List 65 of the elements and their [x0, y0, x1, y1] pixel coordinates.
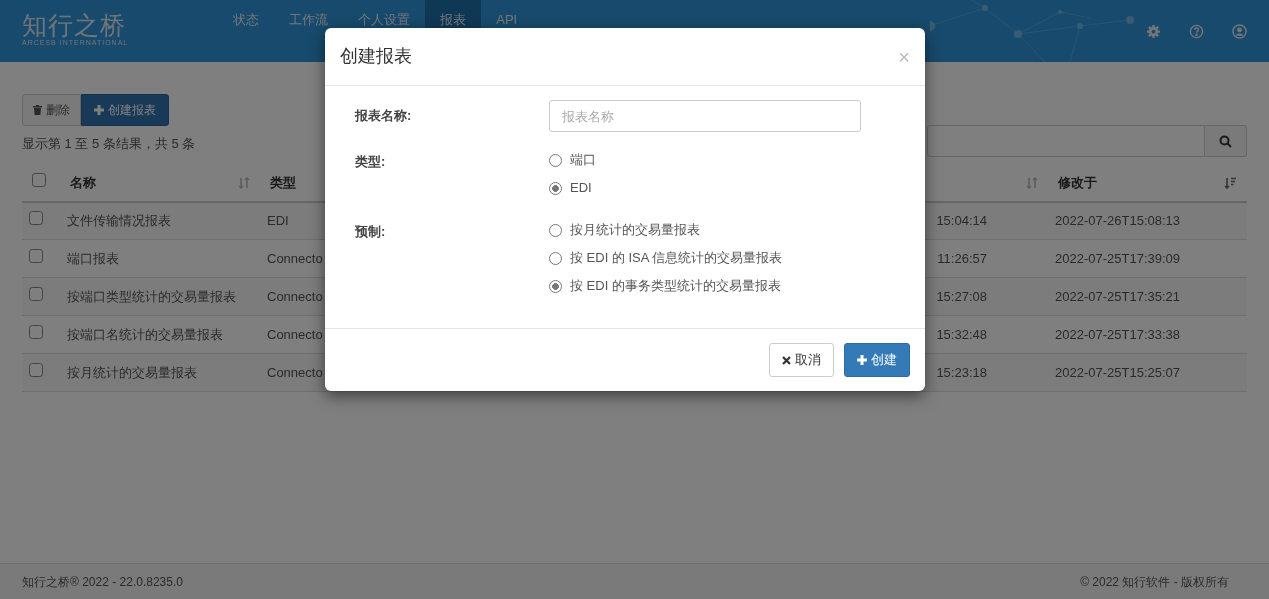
row-checkbox[interactable] — [29, 324, 43, 339]
dialog-title: 创建报表 — [340, 45, 412, 68]
option-label[interactable]: 按 EDI 的 ISA 信息统计的交易量报表 — [570, 248, 783, 268]
radio-button[interactable] — [549, 181, 562, 195]
option-label[interactable]: 按 EDI 的事务类型统计的交易量报表 — [570, 276, 781, 296]
version-text: 知行之桥® 2022 - 22.0.8235.0 — [22, 573, 183, 591]
report-name-field[interactable]: 报表名称 — [549, 100, 861, 132]
search-field[interactable] — [927, 125, 1205, 157]
table-cell: Connecto — [267, 326, 323, 342]
sort-icon[interactable] — [238, 176, 250, 189]
close-icon — [782, 355, 791, 365]
table-cell: 文件传输情况报表 — [67, 213, 171, 228]
option-label[interactable]: 端口 — [570, 150, 596, 170]
column-header[interactable]: 修改于 — [1058, 173, 1097, 193]
radio-button[interactable] — [549, 251, 562, 265]
column-header[interactable]: 类型 — [270, 173, 296, 193]
delete-button[interactable]: 删除 — [22, 94, 81, 126]
settings-icon[interactable] — [1146, 23, 1161, 39]
search-button[interactable] — [1205, 125, 1247, 157]
row-checkbox[interactable] — [29, 248, 43, 263]
results-summary: 显示第 1 至 5 条结果，共 5 条 — [22, 135, 196, 153]
table-cell: Connecto — [267, 250, 323, 266]
table-cell: 2022-07-25T17:33:38 — [1055, 326, 1181, 342]
table-cell: 端口报表 — [67, 250, 119, 266]
table-cell: 2022-07-25T17:35:21 — [1055, 288, 1181, 304]
table-cell: Connecto — [267, 288, 323, 304]
user-icon[interactable] — [1232, 23, 1247, 39]
field-label: 类型: — [355, 153, 387, 171]
table-cell: 2022-07-26T15:08:13 — [1055, 213, 1181, 228]
table-cell: EDI — [267, 213, 289, 228]
sort-icon[interactable] — [1026, 176, 1038, 189]
field-label: 报表名称: — [355, 107, 413, 125]
radio-button[interactable] — [549, 279, 562, 293]
row-checkbox[interactable] — [29, 362, 43, 377]
row-checkbox[interactable] — [29, 211, 43, 225]
table-cell: Connecto — [267, 364, 323, 380]
table-cell: 11:26:57 — [937, 250, 987, 266]
table-cell: 15:04:14 — [936, 213, 987, 228]
search-icon — [1219, 134, 1232, 148]
brand-logo-text: 知行之桥 — [22, 13, 127, 39]
plus-icon — [857, 355, 867, 365]
copyright-text: © 2022 知行软件 - 版权所有 — [1080, 573, 1229, 591]
table-cell: 15:32:48 — [936, 326, 987, 342]
row-checkbox[interactable] — [29, 286, 43, 301]
create-report-button[interactable]: 创建报表 — [81, 94, 169, 126]
plus-icon — [94, 105, 104, 115]
select-all-checkbox[interactable] — [32, 173, 46, 187]
table-cell: 按端口名统计的交易量报表 — [67, 326, 223, 342]
radio-button[interactable] — [549, 223, 562, 237]
radio-button[interactable] — [549, 153, 562, 167]
table-cell: 按月统计的交易量报表 — [67, 364, 197, 380]
help-icon[interactable] — [1189, 23, 1204, 39]
option-label[interactable]: 按月统计的交易量报表 — [570, 220, 700, 240]
column-header[interactable]: 名称 — [70, 173, 96, 193]
table-cell: 2022-07-25T15:25:07 — [1055, 364, 1181, 380]
table-cell: 按端口类型统计的交易量报表 — [67, 288, 236, 304]
sort-descending-icon[interactable] — [1224, 176, 1237, 189]
cancel-button[interactable]: 取消 — [769, 343, 834, 377]
table-cell: 15:27:08 — [936, 288, 987, 304]
option-label[interactable]: EDI — [570, 178, 592, 198]
table-cell: 2022-07-25T17:39:09 — [1055, 250, 1181, 266]
field-label: 预制: — [355, 223, 387, 241]
table-cell: 15:23:18 — [936, 364, 987, 380]
trash-icon — [33, 105, 42, 115]
create-button[interactable]: 创建 — [844, 343, 910, 377]
